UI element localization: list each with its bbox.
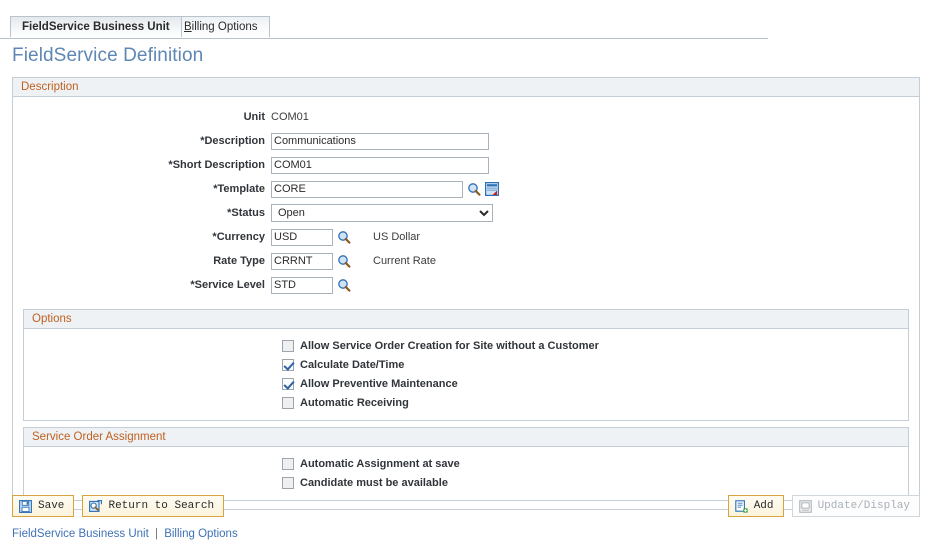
status-select[interactable]: Open: [271, 204, 493, 222]
footer-links: FieldService Business Unit | Billing Opt…: [12, 528, 238, 540]
checkbox-row: Allow Service Order Creation for Site wi…: [24, 336, 908, 355]
options-checkbox-area: Allow Service Order Creation for Site wi…: [24, 329, 908, 420]
field-row-unit: Unit COM01: [13, 105, 919, 129]
options-subpanel: Options Allow Service Order Creation for…: [23, 309, 909, 421]
tab-accelerator: B: [184, 21, 192, 33]
toolbar-right-group: Add Update/Display: [727, 495, 920, 517]
field-row-status: *Status Open: [13, 201, 919, 225]
checkbox-label: Allow Service Order Creation for Site wi…: [300, 339, 599, 352]
description-fields: Unit COM01 *Description *Short Descripti…: [13, 97, 919, 303]
field-label-unit: Unit: [243, 111, 265, 123]
lookup-icon[interactable]: [337, 278, 351, 292]
field-row-currency: *Currency US Dollar: [13, 225, 919, 249]
checkbox-automatic-receiving[interactable]: [282, 396, 294, 409]
checkbox-calculate-date-time[interactable]: [282, 358, 294, 371]
tab-billing-options[interactable]: Billing Options: [172, 16, 270, 37]
lookup-icon[interactable]: [337, 254, 351, 268]
description-section-header: Description: [13, 78, 919, 97]
field-label-template: *Template: [213, 183, 265, 195]
service-order-assignment-subpanel: Service Order Assignment Automatic Assig…: [23, 427, 909, 501]
field-label-text: Service Level: [194, 279, 265, 291]
floppy-disk-icon: [19, 499, 32, 513]
checkbox-label: Automatic Assignment at save: [300, 457, 460, 470]
add-button[interactable]: Add: [727, 495, 784, 517]
field-label-rate-type: Rate Type: [213, 255, 265, 267]
field-label-text: Currency: [216, 231, 265, 243]
checkbox-allow-preventive-maintenance[interactable]: [282, 377, 294, 390]
footer-link-billing-options[interactable]: Billing Options: [164, 528, 238, 540]
checkbox-automatic-assignment-at-save[interactable]: [282, 457, 294, 470]
update-display-icon: [798, 499, 812, 513]
footer-link-fieldservice-business-unit[interactable]: FieldService Business Unit: [12, 528, 149, 540]
checkbox-row: Automatic Receiving: [24, 393, 908, 412]
tab-label: FieldService Business Unit: [22, 21, 170, 33]
field-row-template: *Template: [13, 177, 919, 201]
update-display-label: Update/Display: [817, 500, 910, 512]
checkbox-candidate-must-be-available[interactable]: [282, 476, 294, 489]
tab-strip-rule: [0, 38, 768, 39]
field-label-text: Status: [231, 207, 265, 219]
description-input[interactable]: [271, 132, 489, 150]
return-to-search-label: Return to Search: [108, 500, 215, 512]
lookup-icon[interactable]: [337, 230, 351, 244]
checkbox-row: Automatic Assignment at save: [24, 454, 908, 473]
checkbox-label: Calculate Date/Time: [300, 358, 405, 371]
field-label-text: Template: [217, 183, 265, 195]
checkbox-allow-service-order-creation[interactable]: [282, 339, 294, 352]
checkbox-row: Candidate must be available: [24, 473, 908, 492]
field-row-short-description: *Short Description: [13, 153, 919, 177]
tab-fieldservice-business-unit[interactable]: FieldService Business Unit: [10, 16, 182, 37]
search-return-icon: [89, 499, 103, 513]
checkbox-row: Allow Preventive Maintenance: [24, 374, 908, 393]
field-row-service-level: *Service Level: [13, 273, 919, 297]
field-label-currency: *Currency: [212, 231, 265, 243]
rate-type-input[interactable]: [271, 252, 333, 270]
bottom-toolbar: Save Return to Search Add Update/Display: [12, 495, 920, 519]
tab-strip: FieldService Business Unit Billing Optio…: [0, 16, 935, 39]
page-title: FieldService Definition: [12, 45, 204, 66]
checkbox-label: Automatic Receiving: [300, 396, 409, 409]
service-level-input[interactable]: [271, 276, 333, 294]
field-label-text: Description: [204, 135, 265, 147]
return-to-search-button[interactable]: Return to Search: [82, 495, 225, 517]
save-button[interactable]: Save: [12, 495, 75, 517]
rate-type-note: Current Rate: [373, 255, 436, 267]
currency-input[interactable]: [271, 228, 333, 246]
template-input[interactable]: [271, 180, 463, 198]
options-section-header: Options: [24, 310, 908, 329]
tab-label: illing Options: [191, 21, 258, 33]
add-button-label: Add: [753, 500, 774, 512]
assignment-checkbox-area: Automatic Assignment at save Candidate m…: [24, 447, 908, 500]
checkbox-label: Candidate must be available: [300, 476, 448, 489]
lookup-icon[interactable]: [467, 182, 481, 196]
short-description-input[interactable]: [271, 156, 489, 174]
field-label-status: *Status: [227, 207, 265, 219]
currency-note: US Dollar: [373, 231, 421, 243]
save-button-label: Save: [38, 500, 65, 512]
prompt-grid-icon[interactable]: [485, 182, 499, 196]
field-label-description: *Description: [200, 135, 265, 147]
checkbox-label: Allow Preventive Maintenance: [300, 377, 458, 390]
field-row-description: *Description: [13, 129, 919, 153]
add-document-icon: [734, 499, 748, 513]
assignment-section-header: Service Order Assignment: [24, 428, 908, 447]
field-label-short-description: *Short Description: [168, 159, 265, 171]
checkbox-row: Calculate Date/Time: [24, 355, 908, 374]
field-label-text: Short Description: [172, 159, 265, 171]
update-display-button: Update/Display: [791, 495, 920, 517]
field-label-service-level: *Service Level: [190, 279, 265, 291]
description-panel: Description Unit COM01 *Description *Sho…: [12, 77, 920, 510]
footer-separator: |: [154, 528, 158, 540]
field-row-rate-type: Rate Type Current Rate: [13, 249, 919, 273]
field-value-unit: COM01: [271, 111, 309, 123]
